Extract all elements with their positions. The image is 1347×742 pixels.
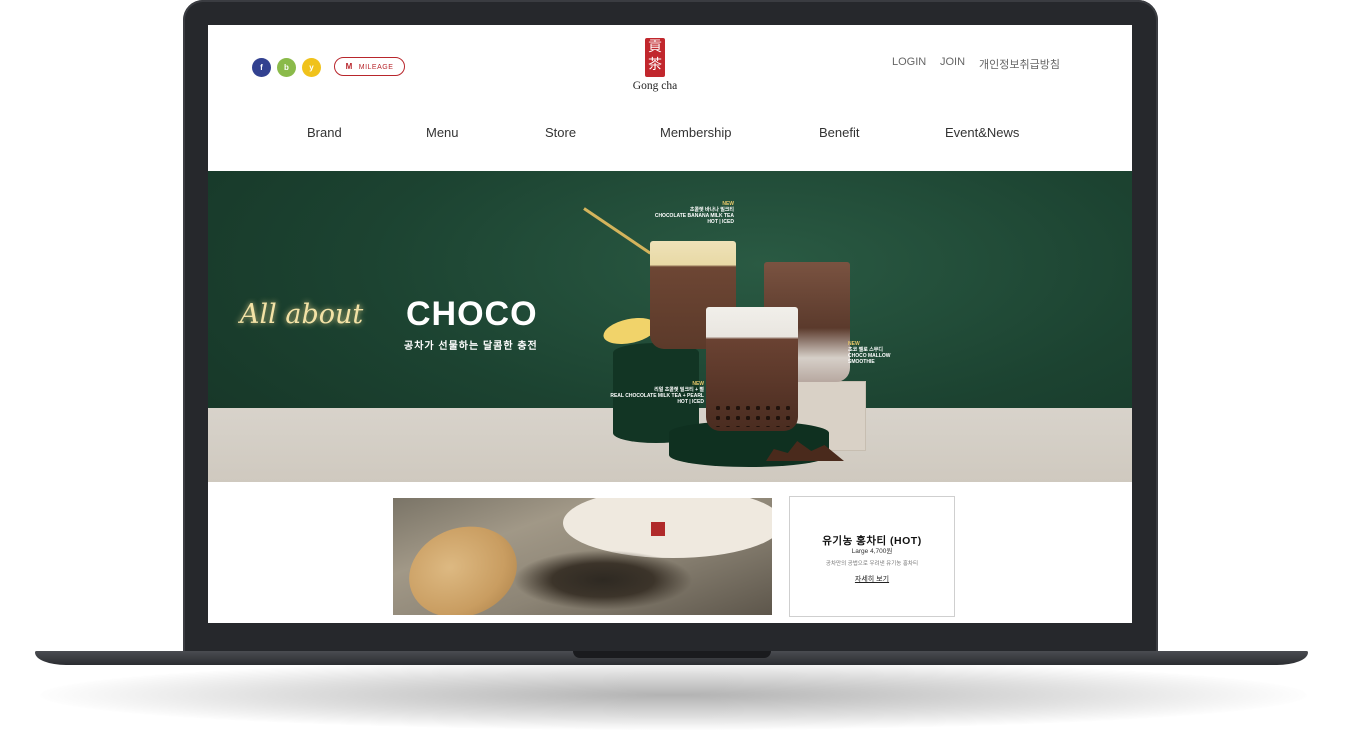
product-tag: NEW 초콜렛 바나나 밀크티 CHOCOLATE BANANA MILK TE… [648,201,734,225]
product-more-link[interactable]: 자세히 보기 [790,574,954,584]
product-tag: NEW 리얼 초콜렛 밀크티 + 펄 REAL CHOCOLATE MILK T… [604,381,704,405]
nav-item-store[interactable]: Store [545,125,576,140]
banner-title: CHOCO [406,295,538,333]
product-card: 유기농 홍차티 (HOT) Large 4,700원 공차만의 공법으로 우려낸… [789,496,955,617]
nav-item-event-news[interactable]: Event&News [945,125,1019,140]
facebook-icon[interactable]: f [252,58,271,77]
product-image[interactable] [393,498,772,615]
nav-item-brand[interactable]: Brand [307,125,342,140]
mileage-mark: M [345,62,353,71]
tea-cake-image [563,498,772,558]
laptop-notch [573,651,771,658]
pearls-image [713,403,791,427]
stamp-image [651,522,665,536]
join-link[interactable]: JOIN [940,56,965,68]
nav-item-menu[interactable]: Menu [426,125,459,140]
tea-leaves-image [513,550,693,610]
nav-item-benefit[interactable]: Benefit [819,125,859,140]
logo-seal-icon[interactable]: 貢茶 [645,38,665,77]
banner-script-text: All about [240,299,364,330]
product-description: 공차만의 공법으로 우려낸 유기농 홍차티 [825,561,919,567]
youtube-icon[interactable]: y [302,58,321,77]
logo-text[interactable]: Gong cha [623,80,687,92]
mileage-label: MILEAGE [358,64,394,71]
privacy-link[interactable]: 개인정보취급방침 [979,56,1060,72]
laptop-shadow [40,660,1307,730]
product-tag: NEW 초코 멜로 스무디 CHOCO MALLOW SMOOTHIE [848,341,908,365]
product-price: Large 4,700원 [851,548,893,555]
spoon-image [583,207,652,255]
login-link[interactable]: LOGIN [892,56,926,68]
product-tag-option: HOT | ICED [677,399,704,405]
product-tag-option: HOT | ICED [707,219,734,225]
main-banner[interactable]: All about CHOCO 공차가 선물하는 달콤한 충전 NEW 초콜렛 … [208,171,1132,482]
wooden-lids-image [396,511,530,615]
product-tag-en: CHOCO MALLOW SMOOTHIE [848,353,891,365]
nav-item-membership[interactable]: Membership [660,125,732,140]
mileage-button[interactable]: M MILEAGE [334,57,405,76]
banner-subtitle: 공차가 선물하는 달콤한 충전 [404,341,538,352]
blog-icon[interactable]: b [277,58,296,77]
browser-screen: f b y M MILEAGE 貢茶 Gong cha LOGIN JOIN 개인… [208,25,1132,623]
